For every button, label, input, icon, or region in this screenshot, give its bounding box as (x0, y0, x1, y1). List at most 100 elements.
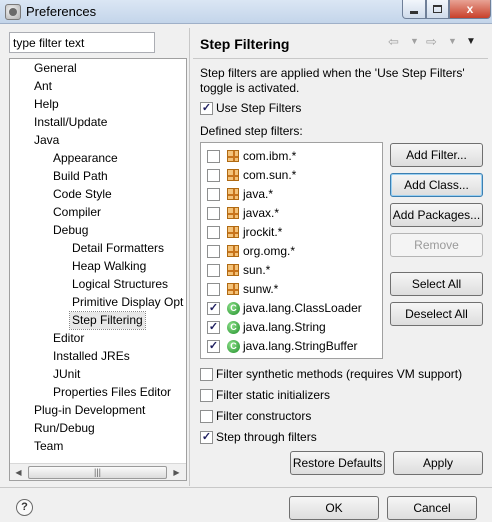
package-icon (227, 245, 239, 257)
filter-checkbox[interactable] (207, 188, 220, 201)
option-label: Filter constructors (216, 409, 312, 423)
option-checkbox[interactable] (200, 368, 213, 381)
filter-checkbox[interactable] (207, 283, 220, 296)
class-icon: C (227, 340, 240, 353)
package-icon (227, 264, 239, 276)
tree-item-heap-walking[interactable]: Heap Walking (72, 258, 146, 275)
maximize-button[interactable] (426, 0, 449, 19)
option-checkbox[interactable] (200, 410, 213, 423)
tree-item-properties-files-editor[interactable]: Properties Files Editor (53, 384, 171, 401)
filter-name: org.omg.* (243, 244, 296, 258)
filter-checkbox[interactable] (207, 264, 220, 277)
add-filter-button[interactable]: Add Filter... (390, 143, 483, 167)
tree-item-editor[interactable]: Editor (53, 330, 84, 347)
filter-row[interactable]: ✓ Cjava.lang.StringBuffer (201, 338, 382, 357)
filter-name: sunw.* (243, 282, 279, 296)
filter-checkbox[interactable]: ✓ (207, 302, 220, 315)
filter-checkbox[interactable] (207, 207, 220, 220)
add-packages-button[interactable]: Add Packages... (390, 203, 483, 227)
filter-checkbox[interactable] (207, 226, 220, 239)
package-icon (227, 226, 239, 238)
filter-checkbox[interactable]: ✓ (207, 340, 220, 353)
tree-horizontal-scrollbar[interactable]: ◀ ||| ▶ (10, 463, 186, 480)
filter-name: java.* (243, 187, 274, 201)
class-icon: C (227, 321, 240, 334)
use-step-filters-label: Use Step Filters (216, 101, 302, 115)
filter-row[interactable]: java.* (201, 186, 382, 205)
view-menu-chevron-icon[interactable]: ▼ (466, 36, 476, 47)
filter-row[interactable]: ✓ Cjava.lang.String (201, 319, 382, 338)
tree-item-step-filtering[interactable]: Step Filtering (69, 311, 146, 330)
tree-item-build-path[interactable]: Build Path (53, 168, 108, 185)
panel-splitter[interactable] (189, 28, 190, 486)
tree-item-logical-structures[interactable]: Logical Structures (72, 276, 168, 293)
option-checkbox[interactable]: ✓ (200, 431, 213, 444)
filter-name: java.lang.ClassLoader (243, 301, 362, 315)
filter-row[interactable]: com.sun.* (201, 167, 382, 186)
filter-name: java.lang.StringBuffer (243, 339, 358, 353)
tree-item-plug-in-development[interactable]: Plug-in Development (34, 402, 145, 419)
filter-name: jrockit.* (243, 225, 283, 239)
forward-history-chevron-icon[interactable]: ▼ (448, 36, 457, 46)
preferences-app-icon (5, 4, 21, 20)
ok-button[interactable]: OK (289, 496, 379, 520)
tree-item-detail-formatters[interactable]: Detail Formatters (72, 240, 164, 257)
filter-checkbox[interactable] (207, 169, 220, 182)
tree-item-install-update[interactable]: Install/Update (34, 114, 107, 131)
step-filters-list[interactable]: com.ibm.* com.sun.* java.* javax.* jrockit.*… (200, 142, 383, 359)
filter-row[interactable]: sun.* (201, 262, 382, 281)
tree-item-compiler[interactable]: Compiler (53, 204, 101, 221)
back-history-chevron-icon[interactable]: ▼ (410, 36, 419, 46)
add-class-button[interactable]: Add Class... (390, 173, 483, 197)
option-label: Step through filters (216, 430, 317, 444)
tree-item-ant[interactable]: Ant (34, 78, 52, 95)
tree-item-installed-jres[interactable]: Installed JREs (53, 348, 130, 365)
forward-arrow-icon[interactable]: ⇨ (426, 34, 437, 50)
tree-item-java[interactable]: Java (34, 132, 59, 149)
filter-row[interactable]: org.omg.* (201, 243, 382, 262)
minimize-icon (410, 10, 418, 14)
tree-item-primitive-display-opt[interactable]: Primitive Display Opt (72, 294, 183, 311)
scroll-thumb[interactable]: ||| (28, 466, 167, 479)
filter-name: java.lang.String (243, 320, 326, 334)
tree-item-debug[interactable]: Debug (53, 222, 88, 239)
option-label: Filter static initializers (216, 388, 331, 402)
filter-name: sun.* (243, 263, 271, 277)
tree-item-general[interactable]: General (34, 60, 77, 77)
help-icon[interactable]: ? (16, 499, 33, 516)
scroll-right-arrow-icon[interactable]: ▶ (168, 464, 185, 481)
deselect-all-button[interactable]: Deselect All (390, 302, 483, 326)
back-arrow-icon[interactable]: ⇦ (388, 34, 399, 50)
footer-divider (0, 487, 492, 488)
filter-row[interactable]: jrockit.* (201, 224, 382, 243)
cancel-button[interactable]: Cancel (387, 496, 477, 520)
filter-row[interactable]: sunw.* (201, 281, 382, 300)
tree-item-code-style[interactable]: Code Style (53, 186, 112, 203)
close-button[interactable]: x (449, 0, 491, 19)
filter-checkbox[interactable] (207, 150, 220, 163)
tree-item-run-debug[interactable]: Run/Debug (34, 420, 95, 437)
remove-button[interactable]: Remove (390, 233, 483, 257)
filter-name: javax.* (243, 206, 280, 220)
filter-row[interactable]: ✓ Cjava.lang.ClassLoader (201, 300, 382, 319)
tree-item-appearance[interactable]: Appearance (53, 150, 118, 167)
filter-input[interactable] (9, 32, 155, 53)
filter-name: com.ibm.* (243, 149, 297, 163)
filter-row[interactable]: javax.* (201, 205, 382, 224)
tree-item-help[interactable]: Help (34, 96, 59, 113)
apply-button[interactable]: Apply (393, 451, 483, 475)
option-checkbox[interactable] (200, 389, 213, 402)
tree-item-team[interactable]: Team (34, 438, 63, 455)
filter-checkbox[interactable]: ✓ (207, 321, 220, 334)
restore-defaults-button[interactable]: Restore Defaults (290, 451, 385, 475)
use-step-filters-checkbox[interactable]: ✓ (200, 102, 213, 115)
option-label: Filter synthetic methods (requires VM su… (216, 367, 463, 381)
select-all-button[interactable]: Select All (390, 272, 483, 296)
filter-checkbox[interactable] (207, 245, 220, 258)
tree-item-junit[interactable]: JUnit (53, 366, 80, 383)
filter-row[interactable]: com.ibm.* (201, 148, 382, 167)
minimize-button[interactable] (402, 0, 426, 19)
class-icon: C (227, 302, 240, 315)
preferences-tree[interactable]: General Ant Help Install/Update Java Appearan… (9, 58, 187, 481)
scroll-left-arrow-icon[interactable]: ◀ (10, 464, 27, 481)
